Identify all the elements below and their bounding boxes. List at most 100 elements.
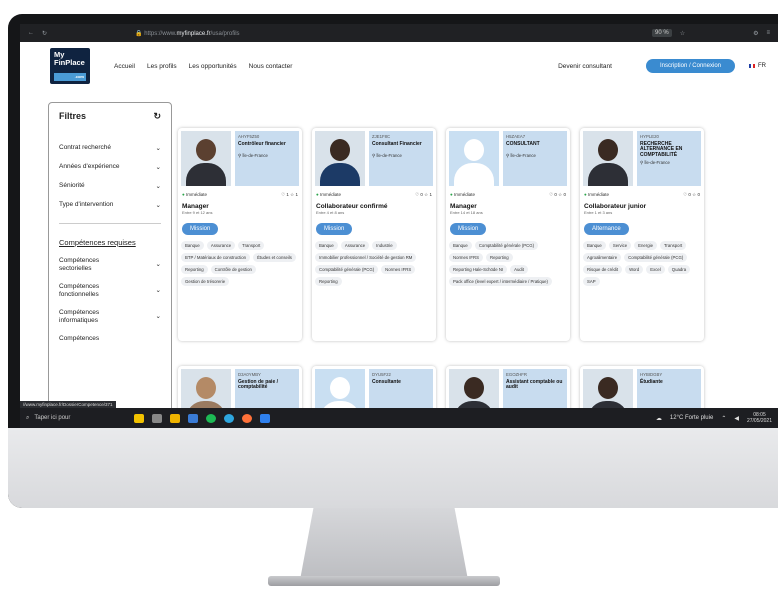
location-icon: ⚲ [506, 153, 510, 158]
search-placeholder: Taper ici pour [34, 414, 71, 421]
heart-icon[interactable]: ♡ [415, 192, 419, 197]
screen: ← ↻ 🔒 https://www.myfinplace.fr/usa/prof… [20, 24, 778, 428]
skill-tags: Banque Assurance Transport BTP / Matériaux … [178, 241, 302, 286]
url-path: /usa/profils [210, 30, 240, 37]
star-icon[interactable]: ☆ [692, 192, 696, 197]
weather-text[interactable]: 12°C Forte pluie [670, 415, 713, 421]
vscode-icon[interactable] [260, 413, 270, 423]
filter-functional-skills[interactable]: Compétences fonctionnelles ⌄ [59, 283, 161, 299]
star-icon[interactable]: ☆ [290, 192, 294, 197]
filter-seniority[interactable]: Séniorité ⌄ [59, 182, 161, 190]
profile-card[interactable]: AHYF5Z50 Contrôleur financier ⚲ Île-de-Fra… [178, 128, 302, 341]
filter-sector-skills[interactable]: Compétences sectorielles ⌄ [59, 257, 161, 273]
profile-photo [181, 131, 231, 186]
zoom-level[interactable]: 90 % [652, 29, 672, 37]
star-icon[interactable]: ☆ [424, 192, 428, 197]
skill-tags: Banque Assurance Industrie Immobilier profe… [312, 241, 436, 286]
profile-ref: AHYF5Z50 [238, 134, 260, 139]
status-dot-icon: ● [450, 192, 453, 197]
filter-label: Séniorité [59, 182, 85, 189]
back-icon[interactable]: ← [28, 30, 34, 36]
nav-profiles[interactable]: Les profils [147, 63, 177, 70]
volume-icon[interactable]: ◀ [734, 415, 739, 422]
profile-card[interactable]: HYPLE20 RECHERCHE ALTERNANCE EN COMPTABIL… [580, 128, 704, 341]
skill-tags: Banque Service Energie Transport Agroaliment… [580, 241, 704, 286]
become-consultant-link[interactable]: Devenir consultant [558, 63, 612, 70]
filter-it-skills[interactable]: Compétences informatiques ⌄ [59, 309, 161, 325]
skills-title: Compétences requises [59, 238, 136, 247]
profile-card[interactable]: ZJE1F8C Consultant Financier ⚲ Île-de-Fran… [312, 128, 436, 341]
store-icon[interactable] [188, 413, 198, 423]
filter-contract[interactable]: Contrat recherché ⌄ [59, 144, 161, 152]
skill-tag: Transport [238, 241, 265, 250]
skill-tag: Pack office (level expert / intermédiair… [449, 277, 552, 286]
profile-title: Contrôleur financier [238, 140, 286, 147]
filter-intervention[interactable]: Type d'intervention ⌄ [59, 201, 161, 209]
edge-icon[interactable] [224, 413, 234, 423]
menu-icon[interactable]: ≡ [766, 30, 770, 36]
nav-home[interactable]: Accueil [114, 63, 135, 70]
contract-type-button[interactable]: Alternance [584, 223, 629, 235]
wifi-icon[interactable]: ⌃ [721, 415, 726, 422]
logo-sub: .com [54, 73, 86, 81]
contract-type-button[interactable]: Mission [182, 223, 219, 235]
url-bar[interactable]: 🔒 https://www.myfinplace.fr/usa/profils [135, 30, 644, 37]
filter-other-skills[interactable]: Compétences [59, 335, 161, 343]
profile-card[interactable]: H5ZAEA7 CONSULTANT ⚲ Île-de-France ● Imméd… [446, 128, 570, 341]
filter-label: Compétences informatiques [59, 309, 100, 324]
contract-type-button[interactable]: Mission [316, 223, 353, 235]
heart-icon[interactable]: ♡ [281, 192, 285, 197]
url-domain: myfinplace.fr [176, 30, 211, 37]
skill-tag: Assurance [340, 241, 370, 250]
star-count: 1 [429, 192, 432, 197]
star-icon[interactable]: ☆ [680, 30, 685, 37]
french-flag-icon [749, 64, 755, 68]
location-icon: ⚲ [640, 160, 644, 165]
status-dot-icon: ● [182, 192, 185, 197]
filter-experience[interactable]: Années d'expérience ⌄ [59, 163, 161, 171]
skill-tag: Comptabilité générale (PCG) [474, 241, 538, 250]
heart-icon[interactable]: ♡ [549, 192, 553, 197]
signup-login-button[interactable]: Inscription / Connexion [645, 59, 735, 73]
clock-date: 27/05/2021 [746, 418, 772, 424]
monitor-stand-neck [300, 508, 468, 580]
logo[interactable]: My FinPlace .com [50, 48, 90, 84]
availability: Immédiate [453, 192, 475, 197]
skill-tag: Comptabilité générale (PCG) [315, 265, 379, 274]
task-view-icon[interactable] [152, 413, 162, 423]
chevron-down-icon: ⌄ [155, 287, 161, 294]
firefox-icon[interactable] [242, 413, 252, 423]
heart-icon[interactable]: ♡ [683, 192, 687, 197]
widget-icon[interactable] [134, 413, 144, 423]
profile-title: Consultant Financier [372, 140, 422, 147]
reload-icon[interactable]: ↻ [42, 30, 47, 37]
browser-toolbar: ← ↻ 🔒 https://www.myfinplace.fr/usa/prof… [20, 24, 778, 42]
skill-tag: Normes IFRS [381, 265, 416, 274]
star-icon[interactable]: ☆ [558, 192, 562, 197]
clock[interactable]: 08:05 27/05/2021 [747, 412, 772, 424]
filter-label: Compétences [59, 335, 100, 342]
language-select[interactable]: FR [749, 63, 766, 69]
skill-tag: BTP / Matériaux de construction [181, 253, 251, 262]
skill-tag: Excel [646, 265, 665, 274]
filter-label: Années d'expérience [59, 163, 120, 170]
extensions-icon[interactable]: ⚙ [753, 30, 758, 37]
profile-location: Île-de-France [510, 153, 536, 158]
file-explorer-icon[interactable] [170, 413, 180, 423]
profile-experience: Entre 9 et 12 ans [182, 210, 213, 215]
skill-tag: Normes IFRS [449, 253, 484, 262]
profile-ref: HYPLE20 [640, 134, 659, 139]
skill-tag: Transport [659, 241, 687, 250]
chevron-down-icon: ⌄ [155, 313, 161, 320]
profile-info: H5ZAEA7 CONSULTANT ⚲ Île-de-France [503, 131, 567, 186]
contract-type-button[interactable]: Mission [450, 223, 487, 235]
nav-contact[interactable]: Nous contacter [249, 63, 293, 70]
spotify-icon[interactable] [206, 413, 216, 423]
filter-label: Type d'intervention [59, 201, 114, 208]
skill-tag: Banque [315, 241, 338, 250]
nav-opportunities[interactable]: Les opportunités [189, 63, 237, 70]
taskbar-search[interactable]: ⌕ Taper ici pour [26, 415, 126, 422]
reset-icon[interactable]: ↻ [153, 111, 161, 122]
skill-tag: Comptabilité générale (PCG) [624, 253, 688, 262]
skill-tag: Audit [510, 265, 528, 274]
